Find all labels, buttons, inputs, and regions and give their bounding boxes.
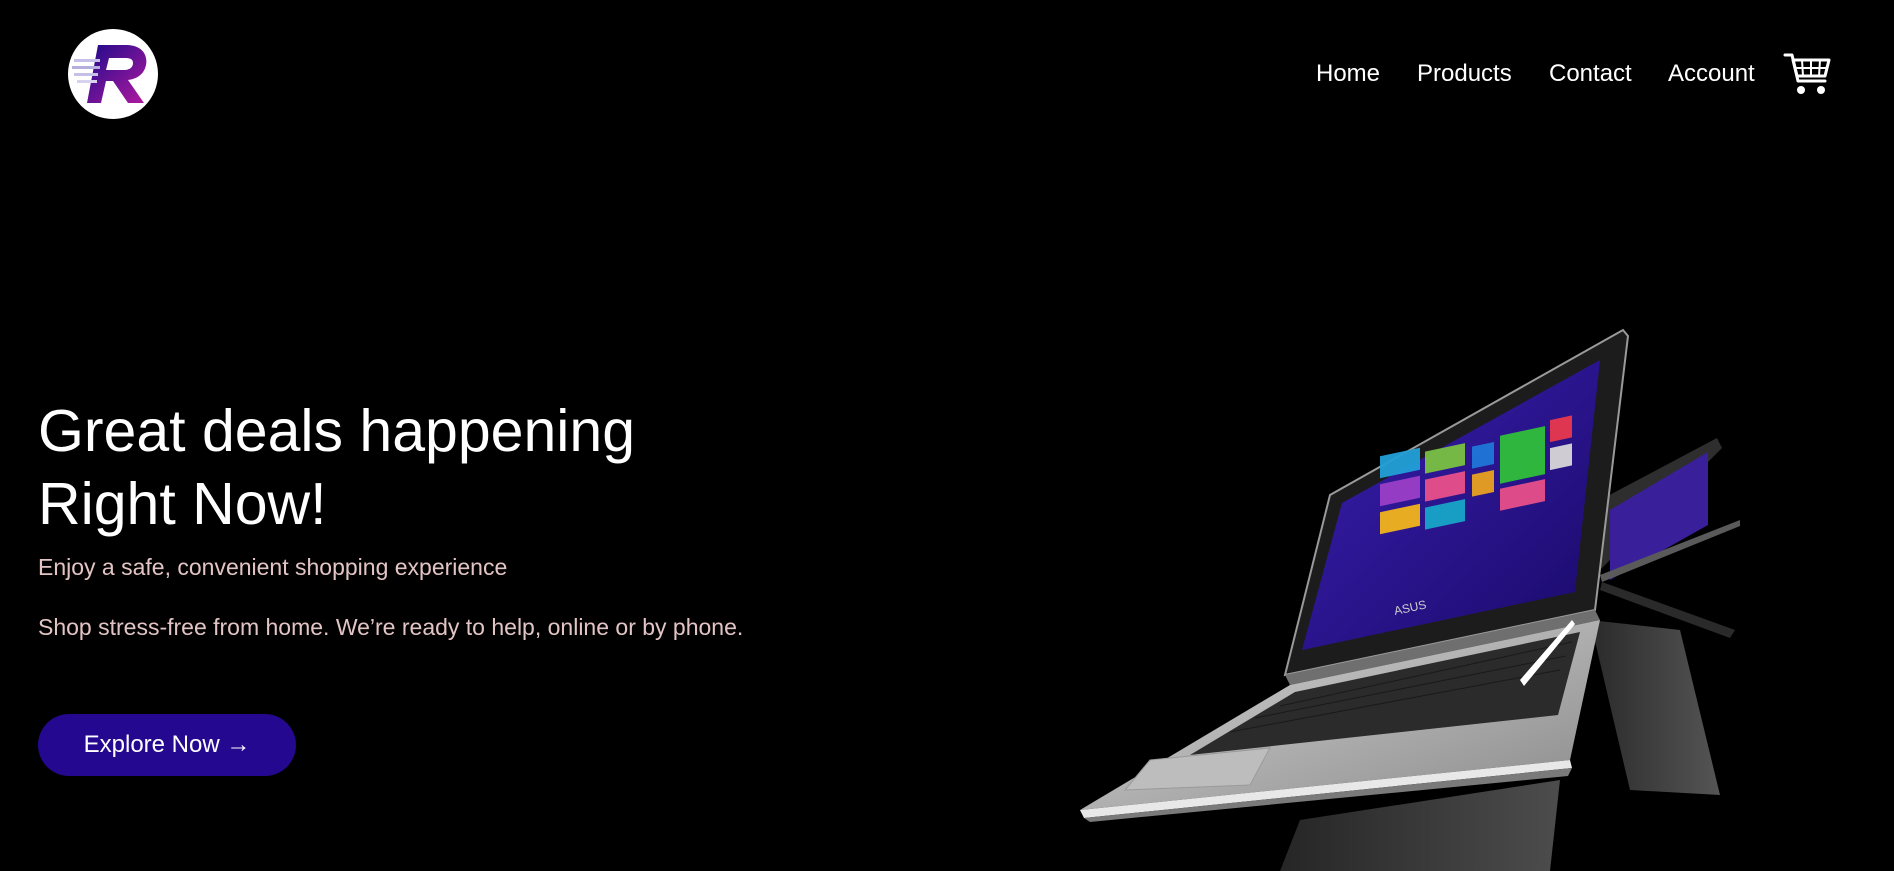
hero-title: Great deals happening Right Now! [38,395,798,541]
convertible-laptop-image: ASUS [1080,320,1760,871]
shopping-cart-icon[interactable] [1783,51,1833,97]
nav-products-link[interactable]: Products [1417,60,1512,88]
hero-title-line1: Great deals happening [38,398,636,464]
hero-subtitle: Enjoy a safe, convenient shopping experi… [38,554,508,580]
nav-contact-link[interactable]: Contact [1549,60,1632,88]
main-nav: Home Products Contact Account [0,53,1894,97]
nav-account-link[interactable]: Account [1668,60,1755,88]
nav-home-link[interactable]: Home [1316,60,1380,88]
hero-description: Shop stress-free from home. We’re ready … [38,614,744,640]
explore-now-button[interactable]: Explore Now → [38,714,296,776]
hero-title-line2: Right Now! [38,471,327,537]
